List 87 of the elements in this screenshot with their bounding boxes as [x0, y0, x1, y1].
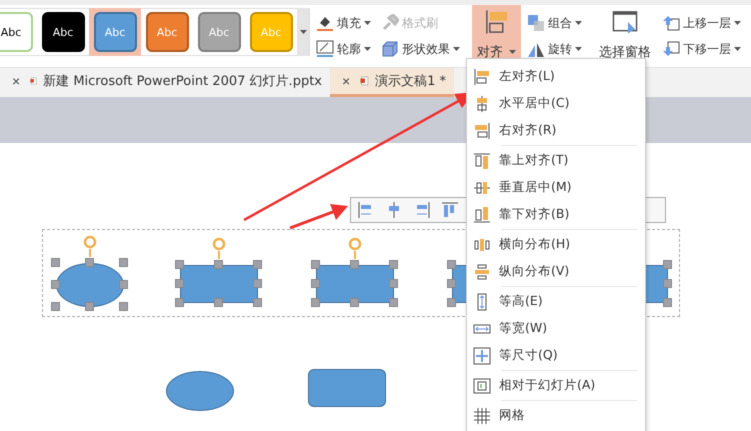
rotate-handle-icon	[347, 237, 363, 259]
caret-icon	[734, 21, 741, 25]
close-button[interactable]: ×	[338, 73, 354, 89]
caret-icon	[364, 21, 371, 25]
resize-handle[interactable]	[253, 260, 262, 269]
resize-handle[interactable]	[389, 260, 398, 269]
paint-bucket-icon	[316, 14, 334, 32]
resize-handle[interactable]	[663, 260, 672, 269]
align-right-icon	[473, 122, 491, 140]
caret-icon	[509, 50, 516, 54]
slide-frame-icon	[473, 376, 491, 394]
pen-line-icon	[316, 40, 334, 58]
bring-forward-button[interactable]: 上移一层	[660, 13, 743, 33]
menu-item[interactable]: 网格	[467, 402, 645, 429]
group-button[interactable]: 组合	[525, 13, 584, 33]
style-swatch[interactable]: Abc	[0, 12, 32, 52]
grid-icon	[473, 406, 491, 424]
resize-handle[interactable]	[311, 279, 320, 288]
cube-icon	[381, 40, 399, 58]
fill-button[interactable]: 填充	[314, 13, 373, 33]
resize-handle[interactable]	[253, 298, 262, 307]
distribute-vertical-icon	[473, 262, 491, 280]
send-backward-button[interactable]: 下移一层	[660, 39, 743, 59]
resize-handle[interactable]	[175, 298, 184, 307]
menu-item[interactable]: 靠下对齐(B)	[467, 201, 645, 228]
outline-button[interactable]: 轮廓	[314, 39, 373, 59]
resize-handle[interactable]	[119, 302, 128, 311]
menu-item[interactable]: 水平居中(C)	[467, 90, 645, 117]
caret-icon	[453, 47, 460, 51]
resize-handle[interactable]	[175, 260, 184, 269]
menu-item[interactable]: 相对于幻灯片(A)	[467, 372, 645, 399]
align-top-icon	[473, 152, 491, 170]
resize-handle[interactable]	[119, 280, 128, 289]
resize-handle[interactable]	[447, 279, 456, 288]
resize-handle[interactable]	[350, 298, 359, 307]
menu-item[interactable]: 等尺寸(Q)	[467, 342, 645, 369]
menu-item[interactable]: 靠上对齐(T)	[467, 147, 645, 174]
resize-handle[interactable]	[51, 258, 60, 267]
menu-item[interactable]: 横向分布(H)	[467, 231, 645, 258]
caret-icon	[575, 21, 582, 25]
caret-icon	[575, 47, 582, 51]
menu-item[interactable]: 垂直居中(M)	[467, 174, 645, 201]
resize-handle[interactable]	[51, 302, 60, 311]
shape-effects-button[interactable]: 形状效果	[379, 39, 462, 59]
resize-handle[interactable]	[311, 298, 320, 307]
align-top-icon	[441, 201, 459, 219]
rotate-button[interactable]: 旋转	[525, 39, 584, 59]
resize-handle[interactable]	[175, 279, 184, 288]
menu-item[interactable]: 纵向分布(V)	[467, 258, 645, 285]
same-size-icon	[473, 346, 491, 364]
document-tab[interactable]: × 演示文稿1 *	[330, 68, 454, 97]
close-button[interactable]: ×	[8, 73, 24, 89]
caret-icon	[734, 47, 741, 51]
menu-item[interactable]: 等高(E)	[467, 288, 645, 315]
resize-handle[interactable]	[350, 260, 359, 269]
align-left-icon	[473, 68, 491, 86]
align-left-icon	[484, 9, 510, 35]
resize-handle[interactable]	[214, 298, 223, 307]
resize-handle[interactable]	[119, 258, 128, 267]
resize-handle[interactable]	[311, 260, 320, 269]
resize-handle[interactable]	[389, 298, 398, 307]
caret-icon	[364, 47, 371, 51]
rotate-handle-icon	[211, 237, 227, 259]
resize-handle[interactable]	[389, 279, 398, 288]
caret-icon	[300, 30, 306, 34]
menu-item[interactable]: 右对齐(R)	[467, 117, 645, 144]
resize-handle[interactable]	[214, 260, 223, 269]
resize-handle[interactable]	[447, 260, 456, 269]
window-pane-icon	[611, 9, 639, 35]
resize-handle[interactable]	[447, 298, 456, 307]
tab-title: 演示文稿1 *	[375, 73, 446, 90]
resize-handle[interactable]	[51, 280, 60, 289]
resize-handle[interactable]	[85, 258, 94, 267]
rotate-handle-icon	[82, 235, 98, 257]
document-tab[interactable]: × 新建 Microsoft PowerPoint 2007 幻灯片.pptx	[0, 68, 330, 97]
style-swatch[interactable]: Abc	[42, 12, 84, 52]
more-styles-button[interactable]	[297, 8, 309, 56]
resize-handle[interactable]	[253, 279, 262, 288]
layer-down-icon	[662, 40, 680, 58]
align-bottom-icon	[473, 206, 491, 224]
resize-handle[interactable]	[663, 279, 672, 288]
menu-item[interactable]: 等宽(W)	[467, 315, 645, 342]
resize-handle[interactable]	[663, 298, 672, 307]
resize-handle[interactable]	[85, 302, 94, 311]
layer-up-icon	[662, 14, 680, 32]
group-icon	[527, 14, 545, 32]
tab-title: 新建 Microsoft PowerPoint 2007 幻灯片.pptx	[43, 73, 322, 90]
